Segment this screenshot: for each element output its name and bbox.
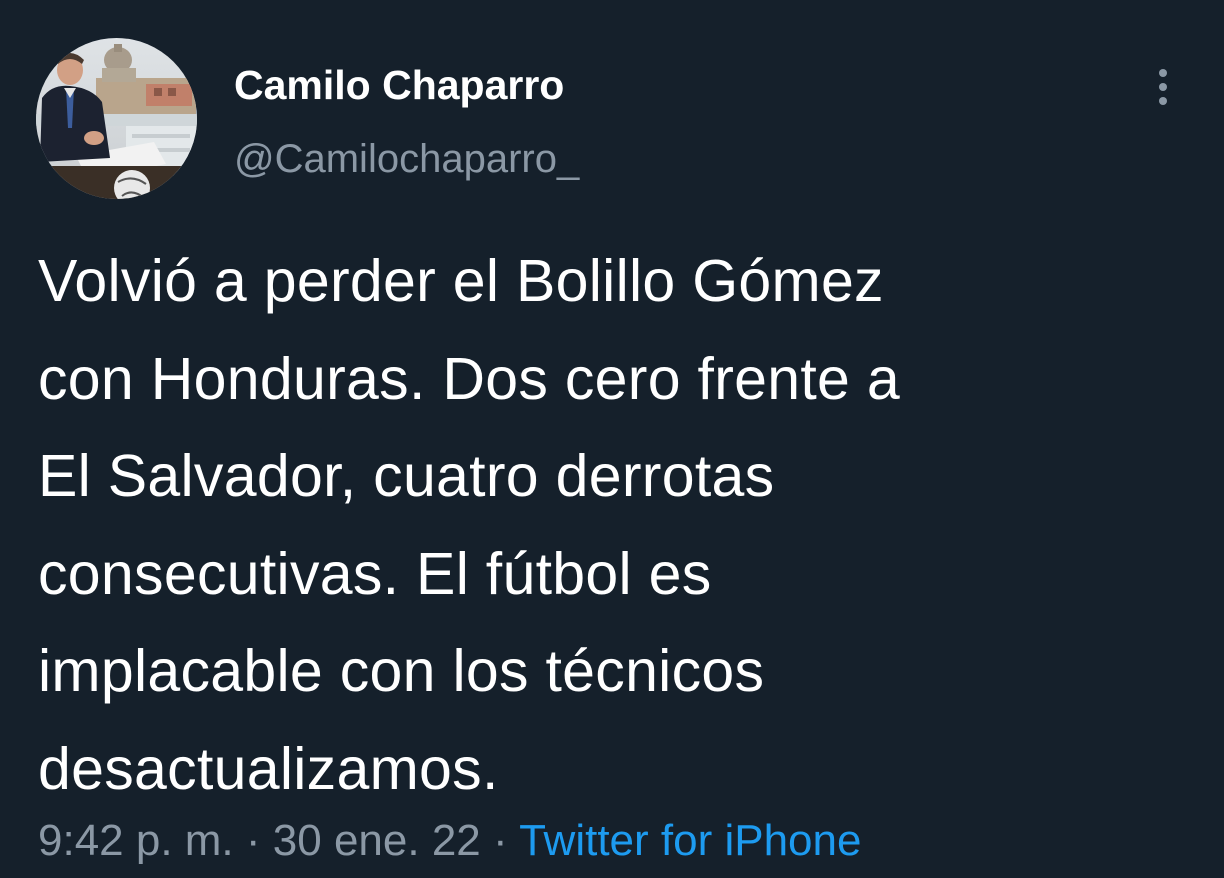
tweet-text: Volvió a perder el Bolillo Gómez con Hon… [38,248,900,802]
tweet-meta: 9:42 p. m. · 30 ene. 22 · Twitter for iP… [38,813,861,869]
avatar[interactable] [36,38,197,199]
tweet-card: Camilo Chaparro @Camilochaparro_ Volvió … [0,0,1224,878]
tweet-date[interactable]: 30 ene. 22 [273,816,481,865]
tweet-source-link[interactable]: Twitter for iPhone [519,816,861,865]
tweet-time[interactable]: 9:42 p. m. [38,816,234,865]
more-vertical-icon [1159,69,1167,105]
meta-separator: · [493,816,508,865]
meta-separator: · [245,816,261,865]
profile-photo-icon [36,38,197,199]
author-display-name[interactable]: Camilo Chaparro [234,60,564,110]
more-options-button[interactable] [1140,62,1186,112]
author-handle[interactable]: @Camilochaparro_ [234,134,579,184]
